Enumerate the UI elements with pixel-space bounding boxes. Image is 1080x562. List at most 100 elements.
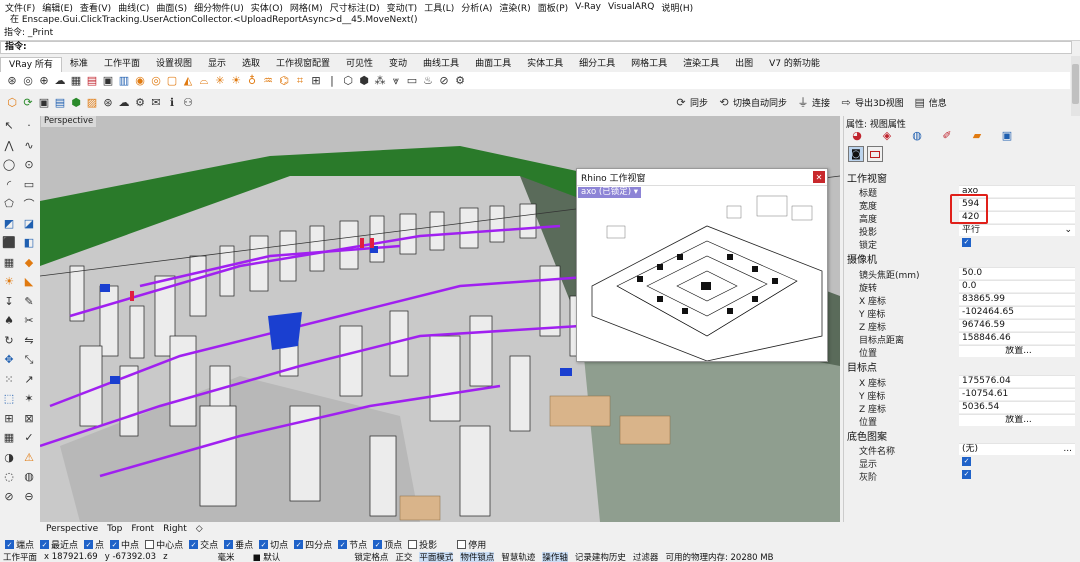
menu-item[interactable]: 面板(P): [538, 1, 568, 14]
fillet-icon[interactable]: ⌒: [22, 197, 36, 211]
cplane-label[interactable]: 工作平面: [3, 552, 37, 562]
toolbar-tab[interactable]: 工作平面: [96, 57, 148, 72]
mesh-light-icon[interactable]: ◭: [181, 74, 195, 87]
camera-place-button[interactable]: 放置...: [959, 345, 1075, 357]
lens-value[interactable]: 50.0: [959, 267, 1075, 279]
osnap-checkbox[interactable]: ✓ 点: [84, 538, 104, 551]
color-wheel-icon[interactable]: ◕: [850, 129, 864, 142]
asset-library-icon[interactable]: ▤: [53, 96, 67, 109]
grayscale-checkbox[interactable]: ✓: [959, 469, 1075, 481]
visual-settings-icon[interactable]: ⚙: [133, 96, 147, 109]
explode-icon[interactable]: ✶: [22, 392, 36, 405]
osnap-checkbox[interactable]: ✓ 端点: [5, 538, 34, 551]
environment-icon[interactable]: ◍: [910, 129, 924, 142]
box-icon[interactable]: ⬢: [357, 74, 371, 87]
circle-center-icon[interactable]: ⊙: [22, 158, 36, 171]
screenshot-icon[interactable]: ▨: [85, 96, 99, 109]
gumball-toggle[interactable]: 操作轴: [542, 552, 568, 562]
polyline-icon[interactable]: ⋀: [2, 139, 16, 152]
sun-icon[interactable]: ✳: [213, 74, 227, 87]
dimension-icon[interactable]: ↧: [2, 295, 16, 308]
filter-toggle[interactable]: 过滤器: [633, 552, 659, 562]
menu-item[interactable]: 细分物件(U): [194, 1, 244, 14]
omni-light-icon[interactable]: ☀: [229, 74, 243, 87]
osnap-checkbox[interactable]: 中心点: [145, 538, 183, 551]
render-icon[interactable]: ⊕: [37, 74, 51, 87]
show-icon[interactable]: ◍: [22, 470, 36, 483]
tab-top[interactable]: Top: [107, 524, 122, 534]
menu-item[interactable]: 说明(H): [661, 1, 693, 14]
check-icon[interactable]: ✓: [22, 431, 36, 444]
menu-item[interactable]: 曲线(C): [118, 1, 149, 14]
material-tab-icon[interactable]: ◈: [880, 129, 894, 142]
scale-icon[interactable]: ⤡: [22, 353, 36, 366]
upload-icon[interactable]: ☁: [117, 96, 131, 109]
projection-select[interactable]: 平行 ⌄: [959, 224, 1075, 236]
frame-buffer-icon[interactable]: ▥: [117, 74, 131, 87]
toolbar-tab[interactable]: 网格工具: [623, 57, 675, 72]
history-toggle[interactable]: 记录建构历史: [575, 552, 626, 562]
toolbar-tab[interactable]: 选取: [234, 57, 268, 72]
about-icon[interactable]: ℹ: [165, 96, 179, 109]
browse-icon[interactable]: ...: [1063, 444, 1072, 455]
refresh-icon[interactable]: ⟳: [21, 96, 35, 109]
settings-icon[interactable]: ⚙: [453, 74, 467, 87]
analysis-icon[interactable]: ⊞: [2, 412, 16, 425]
fur-icon[interactable]: ♒: [261, 74, 275, 87]
toolbar-tab[interactable]: 变动: [381, 57, 415, 72]
orient-icon[interactable]: ↗: [22, 373, 36, 386]
osnap-checkbox[interactable]: ✓ 交点: [189, 538, 218, 551]
osnap-checkbox[interactable]: ✓ 中点: [110, 538, 139, 551]
viewport-frame-icon[interactable]: [867, 146, 883, 162]
target-x-value[interactable]: 175576.04: [959, 375, 1075, 387]
extrude-icon[interactable]: ◧: [22, 236, 36, 249]
enscape-icon[interactable]: ⬡: [5, 96, 19, 109]
osnap-checkbox[interactable]: ✓ 切点: [259, 538, 288, 551]
toolbar-tab[interactable]: 实体工具: [519, 57, 571, 72]
point-icon[interactable]: ·: [22, 119, 36, 132]
render-window-icon[interactable]: ▣: [37, 96, 51, 109]
mesh-cube-icon[interactable]: ⬡: [341, 74, 355, 87]
layers-icon[interactable]: ▤: [85, 74, 99, 87]
decal-icon[interactable]: ⌬: [277, 74, 291, 87]
viewport-title[interactable]: Perspective: [41, 116, 97, 127]
menu-item[interactable]: 网格(M): [290, 1, 323, 14]
toolbar-tab[interactable]: 设置视图: [148, 57, 200, 72]
scatter-icon[interactable]: ⁂: [373, 74, 387, 87]
feedback-icon[interactable]: ✉: [149, 96, 163, 109]
infinite-plane-icon[interactable]: ▭: [405, 74, 419, 87]
ies-light-icon[interactable]: ♁: [245, 74, 259, 87]
show-checkbox[interactable]: ✓: [959, 456, 1075, 468]
menu-item[interactable]: 变动(T): [387, 1, 418, 14]
boolean-icon[interactable]: ◆: [22, 256, 36, 269]
circle-icon[interactable]: ◯: [2, 158, 16, 171]
toolbar-scrollbar[interactable]: [1071, 56, 1080, 116]
toolbar-tab[interactable]: 显示: [200, 57, 234, 72]
target-z-value[interactable]: 5036.54: [959, 401, 1075, 413]
grid-snap-icon[interactable]: ⊠: [22, 412, 36, 425]
proxy-icon[interactable]: ⊞: [309, 74, 323, 87]
osnap-checkbox[interactable]: 投影: [408, 538, 437, 551]
osnap-checkbox[interactable]: ✓ 垂点: [224, 538, 253, 551]
grid-snap-toggle[interactable]: 锁定格点: [354, 552, 388, 562]
array-icon[interactable]: ⁙: [2, 373, 16, 386]
hide-icon[interactable]: ◌: [2, 470, 16, 483]
layer-label[interactable]: ■ 默认: [253, 552, 288, 562]
unlock-icon[interactable]: ⊖: [22, 490, 36, 503]
menu-item[interactable]: V-Ray: [575, 2, 601, 12]
menu-item[interactable]: 编辑(E): [42, 1, 73, 14]
tab-perspective[interactable]: Perspective: [46, 524, 98, 534]
toolbar-tab[interactable]: 细分工具: [571, 57, 623, 72]
panorama-icon[interactable]: ⊛: [101, 96, 115, 109]
menu-item[interactable]: VisualARQ: [608, 2, 654, 12]
toolbar-tab[interactable]: 标准: [62, 57, 96, 72]
move-icon[interactable]: ✥: [2, 353, 16, 366]
toolbar-tab[interactable]: 工作视窗配置: [268, 57, 338, 72]
connect-button[interactable]: ⏚ 连接: [796, 96, 831, 109]
rotate-icon[interactable]: ↻: [2, 334, 16, 347]
camera-icon[interactable]: ◎: [21, 74, 35, 87]
toolbar-tab[interactable]: VRay 所有: [0, 57, 62, 72]
curve-icon[interactable]: ∿: [22, 139, 36, 152]
target-distance-value[interactable]: 158846.46: [959, 332, 1075, 344]
tab-right[interactable]: Right: [163, 524, 187, 534]
